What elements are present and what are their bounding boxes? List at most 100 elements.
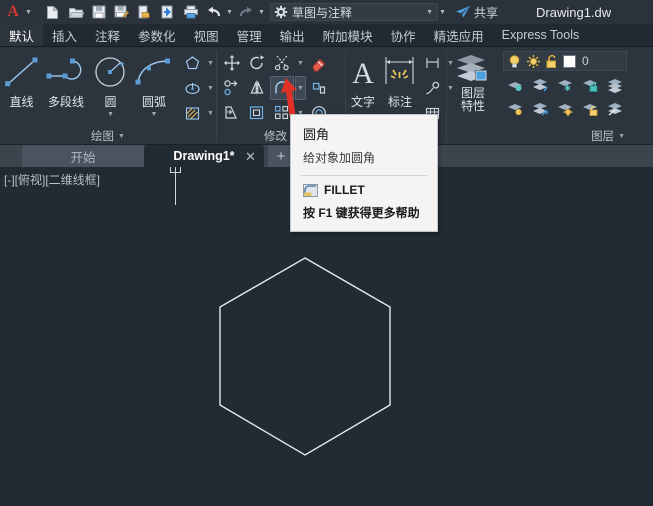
draw-ellipse-button[interactable] [180,76,204,100]
modify-stretch-button[interactable] [220,101,244,125]
modify-erase-button[interactable] [307,51,331,75]
layer-off-button[interactable] [528,73,552,97]
tab-output[interactable]: 输出 [271,24,314,46]
publish-icon[interactable] [156,1,179,23]
tooltip-command-name: FILLET [324,183,365,197]
close-icon[interactable]: ✕ [245,149,256,165]
autocad-A-logo[interactable]: A [2,1,24,23]
draw-polygon-dropdown-icon[interactable]: ▼ [205,51,216,75]
layer-properties-button[interactable]: 图层 特性 [447,49,499,113]
draw-hatch-button[interactable] [180,101,204,125]
draw-hatch-dropdown-icon[interactable]: ▼ [205,101,216,125]
workspace-name: 草图与注释 [292,5,353,20]
leader-icon [425,81,439,95]
fillet-tooltip: 圆角 给对象加圆角 FILLET 按 F1 键获得更多帮助 [290,114,438,232]
dimension-icon [380,52,420,92]
layer-delete-button[interactable] [603,97,627,121]
panel-draw-label: 绘图 [91,131,115,143]
annotation-text-label: 文字 [350,95,375,109]
modify-copy-button[interactable] [220,76,244,100]
workspace-selector[interactable]: 草图与注释 ▼ [270,3,438,21]
tab-parametric[interactable]: 参数化 [129,24,185,46]
erase-icon [312,58,326,72]
tab-insert[interactable]: 插入 [43,24,86,46]
tab-manage[interactable]: 管理 [228,24,271,46]
draw-arc-dropdown-icon[interactable]: ▼ [151,111,158,118]
line-icon [2,52,42,92]
draw-circle-button[interactable]: 圆 ▼ [89,49,132,118]
draw-polygon-button[interactable] [180,51,204,75]
save-icon[interactable] [87,1,110,23]
undo-icon[interactable] [202,1,225,23]
layer-off-icon [533,79,548,92]
modify-move-button[interactable] [220,51,244,75]
panel-layers: 图层 特性 0 图层 ▼ [447,47,653,144]
new-file-icon[interactable] [41,1,64,23]
draw-polyline-button[interactable]: 多段线 [43,49,89,110]
draw-line-button[interactable]: 直线 [0,49,43,110]
current-layer-control[interactable]: 0 [503,51,627,71]
modify-trim-button[interactable] [270,51,294,75]
layer-on-icon [533,103,548,116]
copy-icon [224,80,238,96]
draw-line-label: 直线 [9,95,34,109]
modify-mirror-button[interactable] [245,76,269,100]
layer-thaw-button[interactable] [553,97,577,121]
save-as-icon[interactable] [110,1,133,23]
layer-isolate-button[interactable] [503,73,527,97]
annotation-leader-button[interactable] [420,76,444,100]
modify-trim-dropdown-icon[interactable]: ▼ [295,51,306,75]
panel-layers-expand-icon[interactable]: ▼ [618,133,625,140]
annotation-text-button[interactable]: A 文字 [346,49,380,110]
layer-delete-icon [608,103,622,116]
panel-layers-title: 图层 ▼ [447,128,653,144]
tab-collaborate[interactable]: 协作 [382,24,425,46]
panel-layers-label: 图层 [591,131,615,143]
layer-lock-button[interactable] [578,73,602,97]
layer-lock-icon [583,80,598,92]
tab-default[interactable]: 默认 [0,24,44,46]
export-icon[interactable] [133,1,156,23]
tab-view[interactable]: 视图 [185,24,228,46]
layer-color-swatch[interactable] [563,54,576,68]
layer-merge-button[interactable] [603,73,627,97]
layer-unisolate-button[interactable] [503,97,527,121]
share-label: 共享 [474,5,499,20]
mirror-icon [250,80,264,95]
tab-addins[interactable]: 附加模块 [314,24,382,46]
tab-express-tools[interactable]: Express Tools [493,24,589,46]
tooltip-help-text: 按 F1 键获得更多帮助 [303,206,420,220]
qat-customize-chevron-icon[interactable]: ▼ [24,9,33,16]
undo-dropdown-chevron-icon[interactable]: ▼ [225,9,234,16]
draw-circle-dropdown-icon[interactable]: ▼ [107,111,114,118]
ribbon-tab-bar: 默认 插入 注释 参数化 视图 管理 输出 附加模块 协作 精选应用 Expre… [0,24,653,47]
redo-icon[interactable] [234,1,257,23]
share-button[interactable]: 共享 [455,4,498,21]
tab-annotate[interactable]: 注释 [86,24,129,46]
layer-freeze-button[interactable] [553,73,577,97]
polygon-icon [185,55,199,69]
fillet-command-icon [303,183,318,197]
modify-rotate-button[interactable] [245,51,269,75]
redo-dropdown-chevron-icon[interactable]: ▼ [257,9,266,16]
tab-featured-apps[interactable]: 精选应用 [425,24,493,46]
workspace-chevron-icon[interactable]: ▼ [426,9,433,16]
circle-icon [91,52,131,92]
annotation-linear-dim-button[interactable] [420,51,444,75]
layer-on-button[interactable] [528,97,552,121]
annotation-dimension-button[interactable]: 标注 [380,49,420,110]
layer-thaw-icon [558,104,573,117]
modify-fillet-dropdown-icon[interactable]: ▼ [295,76,306,100]
workspace-settings-chevron-icon[interactable]: ▼ [438,9,447,16]
tooltip-description: 给对象加圆角 [303,151,376,165]
file-tab-start[interactable]: 开始 [22,145,144,167]
layer-unlock-button[interactable] [578,97,602,121]
draw-ellipse-dropdown-icon[interactable]: ▼ [205,76,216,100]
modify-explode-button[interactable] [307,76,331,100]
modify-fillet-button[interactable] [270,76,294,100]
modify-scale-button[interactable] [245,101,269,125]
print-icon[interactable] [179,1,202,23]
open-folder-icon[interactable] [64,1,87,23]
draw-arc-button[interactable]: 圆弧 ▼ [132,49,176,118]
panel-draw-expand-icon[interactable]: ▼ [118,133,125,140]
